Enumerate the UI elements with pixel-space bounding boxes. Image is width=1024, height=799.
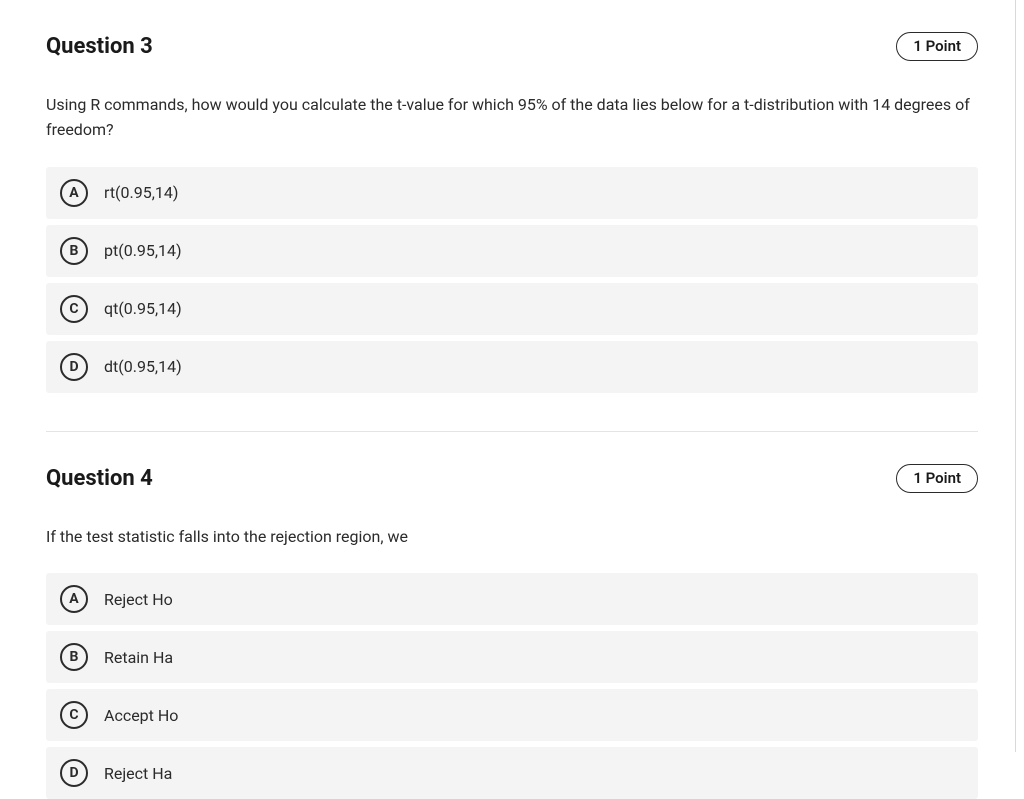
option-a[interactable]: A Reject Ho	[46, 573, 978, 625]
option-letter-icon: C	[60, 295, 88, 323]
option-text: qt(0.95,14)	[104, 299, 182, 318]
option-text: pt(0.95,14)	[104, 241, 182, 260]
option-c[interactable]: C qt(0.95,14)	[46, 283, 978, 335]
options-list: A Reject Ho B Retain Ha C Accept Ho D Re…	[46, 573, 978, 799]
option-letter-icon: A	[60, 585, 88, 613]
question-header: Question 4 1 Point	[46, 464, 978, 493]
question-prompt: If the test statistic falls into the rej…	[46, 525, 978, 550]
option-d[interactable]: D dt(0.95,14)	[46, 341, 978, 393]
right-border	[1015, 0, 1016, 752]
option-c[interactable]: C Accept Ho	[46, 689, 978, 741]
option-text: Reject Ha	[104, 764, 172, 783]
question-block-3: Question 3 1 Point Using R commands, how…	[46, 0, 978, 432]
option-letter-icon: C	[60, 701, 88, 729]
option-letter-icon: B	[60, 643, 88, 671]
option-text: Reject Ho	[104, 590, 173, 609]
option-text: rt(0.95,14)	[104, 183, 178, 202]
option-text: Retain Ha	[104, 648, 173, 667]
option-letter-icon: D	[60, 353, 88, 381]
option-a[interactable]: A rt(0.95,14)	[46, 167, 978, 219]
option-d[interactable]: D Reject Ha	[46, 747, 978, 799]
question-header: Question 3 1 Point	[46, 32, 978, 61]
option-letter-icon: A	[60, 179, 88, 207]
question-prompt: Using R commands, how would you calculat…	[46, 93, 978, 143]
question-title: Question 4	[46, 466, 153, 491]
option-text: Accept Ho	[104, 706, 178, 725]
content-area: Question 3 1 Point Using R commands, how…	[0, 0, 1024, 799]
question-block-4: Question 4 1 Point If the test statistic…	[46, 432, 978, 799]
option-b[interactable]: B Retain Ha	[46, 631, 978, 683]
points-badge: 1 Point	[896, 464, 978, 493]
option-letter-icon: B	[60, 237, 88, 265]
option-letter-icon: D	[60, 759, 88, 787]
option-text: dt(0.95,14)	[104, 357, 182, 376]
question-title: Question 3	[46, 34, 153, 59]
points-badge: 1 Point	[896, 32, 978, 61]
option-b[interactable]: B pt(0.95,14)	[46, 225, 978, 277]
options-list: A rt(0.95,14) B pt(0.95,14) C qt(0.95,14…	[46, 167, 978, 393]
